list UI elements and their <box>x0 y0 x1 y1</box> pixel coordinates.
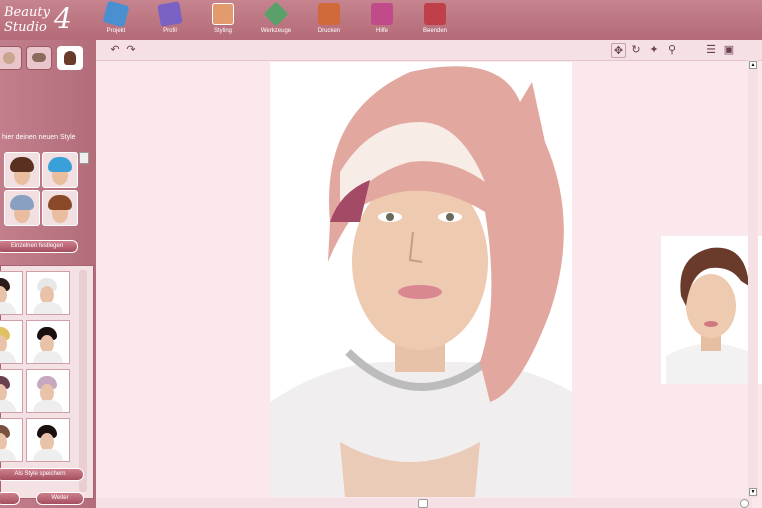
next-button[interactable]: Weiter <box>36 492 84 505</box>
face-icon <box>3 52 15 64</box>
app-logo: Beauty Studio 4 <box>2 3 94 37</box>
redo-icon[interactable]: ↷ <box>124 43 138 57</box>
style-thumbnail[interactable] <box>42 152 78 188</box>
toolbar-projekt-button[interactable]: Projekt <box>96 0 136 39</box>
gallery-item[interactable] <box>0 271 23 315</box>
scroll-thumb[interactable] <box>418 499 428 508</box>
apply-single-button[interactable]: Einzelnen festlegen <box>0 240 78 253</box>
panel-tab-face[interactable] <box>0 46 22 70</box>
toolbar-drucken-button[interactable]: Drucken <box>309 3 349 39</box>
canvas-vertical-scrollbar[interactable]: ▲ ▼ <box>748 60 758 498</box>
panel-tab-hair[interactable] <box>57 46 83 70</box>
toolbar-label: Profil <box>163 28 177 34</box>
scroll-up-arrow-icon[interactable]: ▲ <box>749 61 757 69</box>
toolbar-label: Projekt <box>106 28 126 34</box>
styling-icon <box>212 3 234 25</box>
canvas-toolbar: ↶ ↷ ✥ ↻ ✦ ⚲ ☰ ▣ <box>96 40 762 61</box>
toolbar-label: Werkzeuge <box>260 28 292 34</box>
gallery-item[interactable] <box>26 369 70 413</box>
projekt-icon <box>102 0 130 28</box>
menu-icon[interactable]: ☰ <box>704 43 718 57</box>
toolbar-label: Styling <box>213 28 232 34</box>
zoom-icon[interactable]: ⚲ <box>665 43 679 57</box>
canvas-horizontal-scrollbar[interactable] <box>96 498 752 508</box>
original-photo-preview[interactable] <box>661 236 762 384</box>
drucken-icon <box>318 3 340 25</box>
compare-icon[interactable]: ▣ <box>722 43 736 57</box>
style-thumbnail[interactable] <box>4 190 40 226</box>
gallery-item[interactable] <box>26 320 70 364</box>
preview-image <box>661 236 762 384</box>
profil-icon <box>157 1 183 27</box>
toolbar-styling-button[interactable]: Styling <box>203 3 243 39</box>
gallery-item[interactable] <box>0 369 23 413</box>
undo-icon[interactable]: ↶ <box>108 43 122 57</box>
logo-line2: Studio <box>4 20 47 35</box>
eye-icon <box>32 53 46 62</box>
move-icon[interactable]: ✥ <box>611 43 626 58</box>
scroll-right-arrow-icon[interactable] <box>740 499 749 508</box>
left-panel: hier deinen neuen Style Einzelnen festle… <box>0 40 96 508</box>
toolbar-profil-button[interactable]: Profil <box>150 1 190 39</box>
toolbar-hilfe-button[interactable]: Hilfe <box>362 3 402 39</box>
style-thumbnail[interactable] <box>4 152 40 188</box>
gallery-item[interactable] <box>0 320 23 364</box>
thumbnails-scroll-up[interactable] <box>79 152 89 164</box>
back-button[interactable] <box>0 492 20 505</box>
toolbar-label: Hilfe <box>375 28 388 34</box>
beenden-icon <box>424 3 446 25</box>
gallery-scrollbar[interactable] <box>79 270 87 492</box>
scroll-down-arrow-icon[interactable]: ▼ <box>749 488 757 496</box>
portrait-image <box>270 62 572 497</box>
hilfe-icon <box>371 3 393 25</box>
toolbar-beenden-button[interactable]: Beenden <box>415 3 455 39</box>
panel-tab-makeup[interactable] <box>26 46 52 70</box>
gallery-item[interactable] <box>0 418 23 462</box>
toolbar-label: Drucken <box>317 28 341 34</box>
logo-line1: Beauty <box>4 5 50 20</box>
werkzeuge-icon <box>263 1 289 27</box>
gallery-item[interactable] <box>26 271 70 315</box>
save-style-button[interactable]: Als Style speichern <box>0 468 84 481</box>
logo-number: 4 <box>54 2 72 35</box>
rotate-icon[interactable]: ↻ <box>629 43 643 57</box>
style-thumbnail[interactable] <box>42 190 78 226</box>
style-label: hier deinen neuen Style <box>2 134 76 141</box>
gallery-item[interactable] <box>26 418 70 462</box>
toolbar-werkzeuge-button[interactable]: Werkzeuge <box>256 1 296 39</box>
toolbar-label: Beenden <box>422 28 448 34</box>
hair-icon <box>64 51 76 65</box>
position-icon[interactable]: ✦ <box>647 43 661 57</box>
top-toolbar: Beauty Studio 4 Projekt Profil Styling W… <box>0 0 762 41</box>
styled-portrait-photo[interactable] <box>270 62 572 497</box>
